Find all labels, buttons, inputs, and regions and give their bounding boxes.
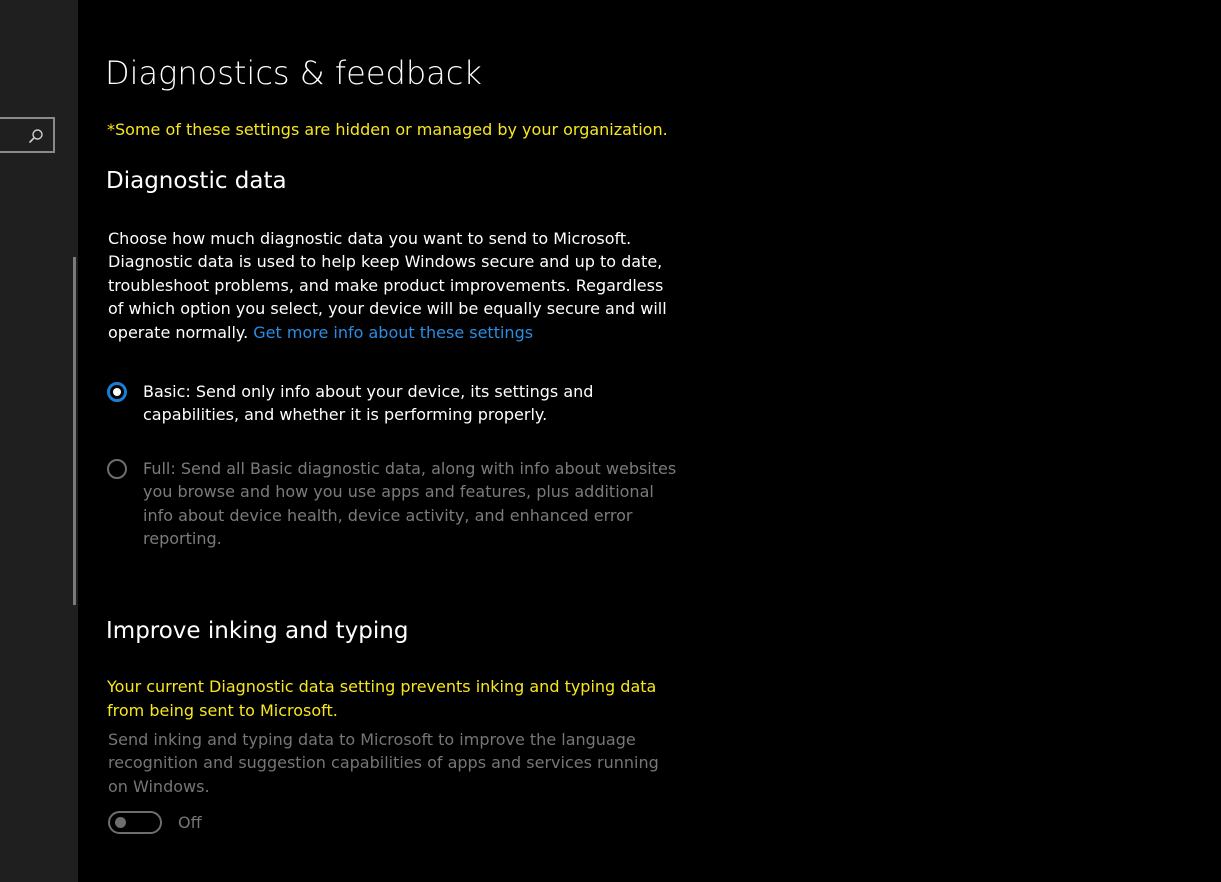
radio-option-basic[interactable]: Basic: Send only info about your device,… <box>107 380 687 427</box>
radio-label-basic: Basic: Send only info about your device,… <box>143 382 594 425</box>
radio-button-basic[interactable] <box>107 382 127 402</box>
toggle-knob <box>115 817 126 828</box>
main-content: Diagnostics & feedback *Some of these se… <box>78 0 1221 882</box>
inking-toggle-row: Off <box>108 811 202 834</box>
inking-toggle-switch <box>108 811 162 834</box>
inking-warning: Your current Diagnostic data setting pre… <box>107 677 657 720</box>
inking-typing-heading: Improve inking and typing <box>106 618 409 644</box>
more-info-link[interactable]: Get more info about these settings <box>253 323 533 342</box>
search-box[interactable] <box>0 117 55 153</box>
inking-description: Send inking and typing data to Microsoft… <box>108 730 659 796</box>
radio-button-full <box>107 459 127 479</box>
radio-label-full: Full: Send all Basic diagnostic data, al… <box>143 459 677 549</box>
managed-notice: *Some of these settings are hidden or ma… <box>107 120 668 139</box>
search-icon[interactable] <box>28 128 44 144</box>
page-title: Diagnostics & feedback <box>105 54 482 92</box>
sidebar-scrollbar[interactable] <box>73 257 76 605</box>
sidebar <box>0 0 78 882</box>
diagnostic-data-heading: Diagnostic data <box>106 168 287 194</box>
diagnostic-data-description: Choose how much diagnostic data you want… <box>108 227 678 344</box>
radio-option-full: Full: Send all Basic diagnostic data, al… <box>107 457 687 551</box>
toggle-state-label: Off <box>178 813 202 832</box>
